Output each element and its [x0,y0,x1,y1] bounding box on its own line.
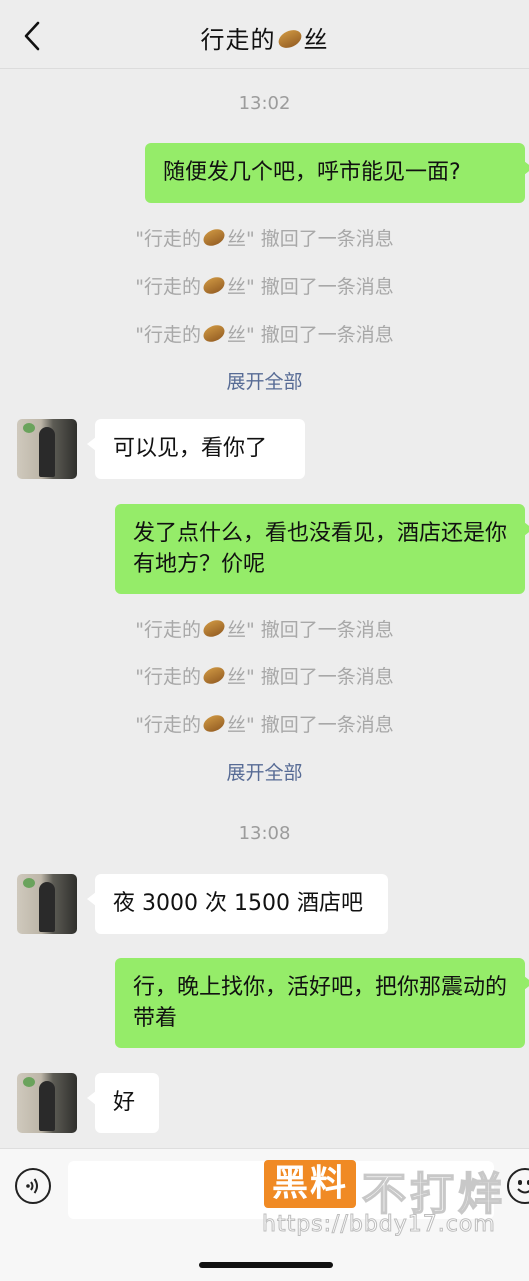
recall-prefix: "行走的 [135,228,201,250]
message-bubble-sent[interactable]: 随便发几个吧，呼市能见一面? [145,143,529,203]
timestamp: 13:08 [238,823,291,844]
recall-prefix: "行走的 [135,324,201,346]
potato-emoji-icon [200,617,228,640]
chat-title-text-2: 丝 [303,26,329,54]
contact-avatar[interactable] [17,1073,77,1133]
message-text: 行，晚上找你，活好吧，把你那震动的带着 [133,975,508,1031]
message-text: 发了点什么，看也没看见，酒店还是你有地方？价呢 [133,521,508,577]
home-indicator[interactable] [199,1262,333,1268]
message-bubble-received[interactable]: 好 [87,1073,159,1133]
potato-emoji-icon [200,712,228,735]
avatar-figure [39,427,55,477]
recall-prefix: "行走的 [135,276,201,298]
recall-suffix: 丝" 撤回了一条消息 [226,276,394,298]
message-text: 好 [113,1090,136,1115]
potato-emoji-icon [200,274,228,297]
recall-suffix: 丝" 撤回了一条消息 [226,228,394,250]
contact-avatar[interactable] [17,419,77,479]
voice-button[interactable] [15,1168,51,1204]
potato-emoji-icon [200,664,228,687]
recall-notice: "行走的 丝" 撤回了一条消息 [0,710,529,737]
avatar-figure [39,882,55,932]
recall-suffix: 丝" 撤回了一条消息 [226,714,394,736]
message-bubble-sent[interactable]: 发了点什么，看也没看见，酒店还是你有地方？价呢 [115,504,529,594]
message-text: 夜 3000 次 1500 酒店吧 [113,891,363,916]
recall-notice: "行走的 丝" 撤回了一条消息 [0,662,529,689]
expand-all-link[interactable]: 展开全部 [0,367,529,394]
voice-icon [26,1178,38,1194]
watermark-url: https://bbdy17.com [262,1212,496,1238]
potato-emoji-icon [200,322,228,345]
expand-all-link[interactable]: 展开全部 [0,758,529,785]
potato-emoji-icon [200,226,228,249]
timestamp: 13:02 [238,93,291,114]
chat-header: 行走的丝 [0,0,529,69]
message-text: 随便发几个吧，呼市能见一面? [163,160,461,185]
message-bubble-sent[interactable]: 行，晚上找你，活好吧，把你那震动的带着 [115,958,529,1048]
message-bubble-received[interactable]: 夜 3000 次 1500 酒店吧 [87,874,388,934]
watermark-logo: 黑料 [264,1160,357,1208]
message-text: 可以见，看你了 [113,436,268,461]
recall-suffix: 丝" 撤回了一条消息 [226,619,394,641]
recall-prefix: "行走的 [135,714,201,736]
watermark: 黑料 不打烊 https://bbdy17.com [262,1158,524,1244]
avatar-detail [23,423,35,433]
contact-avatar[interactable] [17,874,77,934]
recall-notice: "行走的 丝" 撤回了一条消息 [0,272,529,299]
recall-notice: "行走的 丝" 撤回了一条消息 [0,320,529,347]
recall-notice: "行走的 丝" 撤回了一条消息 [0,224,529,251]
avatar-figure [39,1081,55,1131]
recall-notice: "行走的 丝" 撤回了一条消息 [0,615,529,642]
recall-suffix: 丝" 撤回了一条消息 [226,324,394,346]
recall-prefix: "行走的 [135,619,201,641]
avatar-detail [23,1077,35,1087]
chat-title-text-1: 行走的 [200,26,276,54]
potato-emoji-icon [275,26,304,52]
avatar-detail [23,878,35,888]
recall-suffix: 丝" 撤回了一条消息 [226,666,394,688]
message-bubble-received[interactable]: 可以见，看你了 [87,419,305,479]
chat-title: 行走的丝 [0,20,529,55]
recall-prefix: "行走的 [135,666,201,688]
